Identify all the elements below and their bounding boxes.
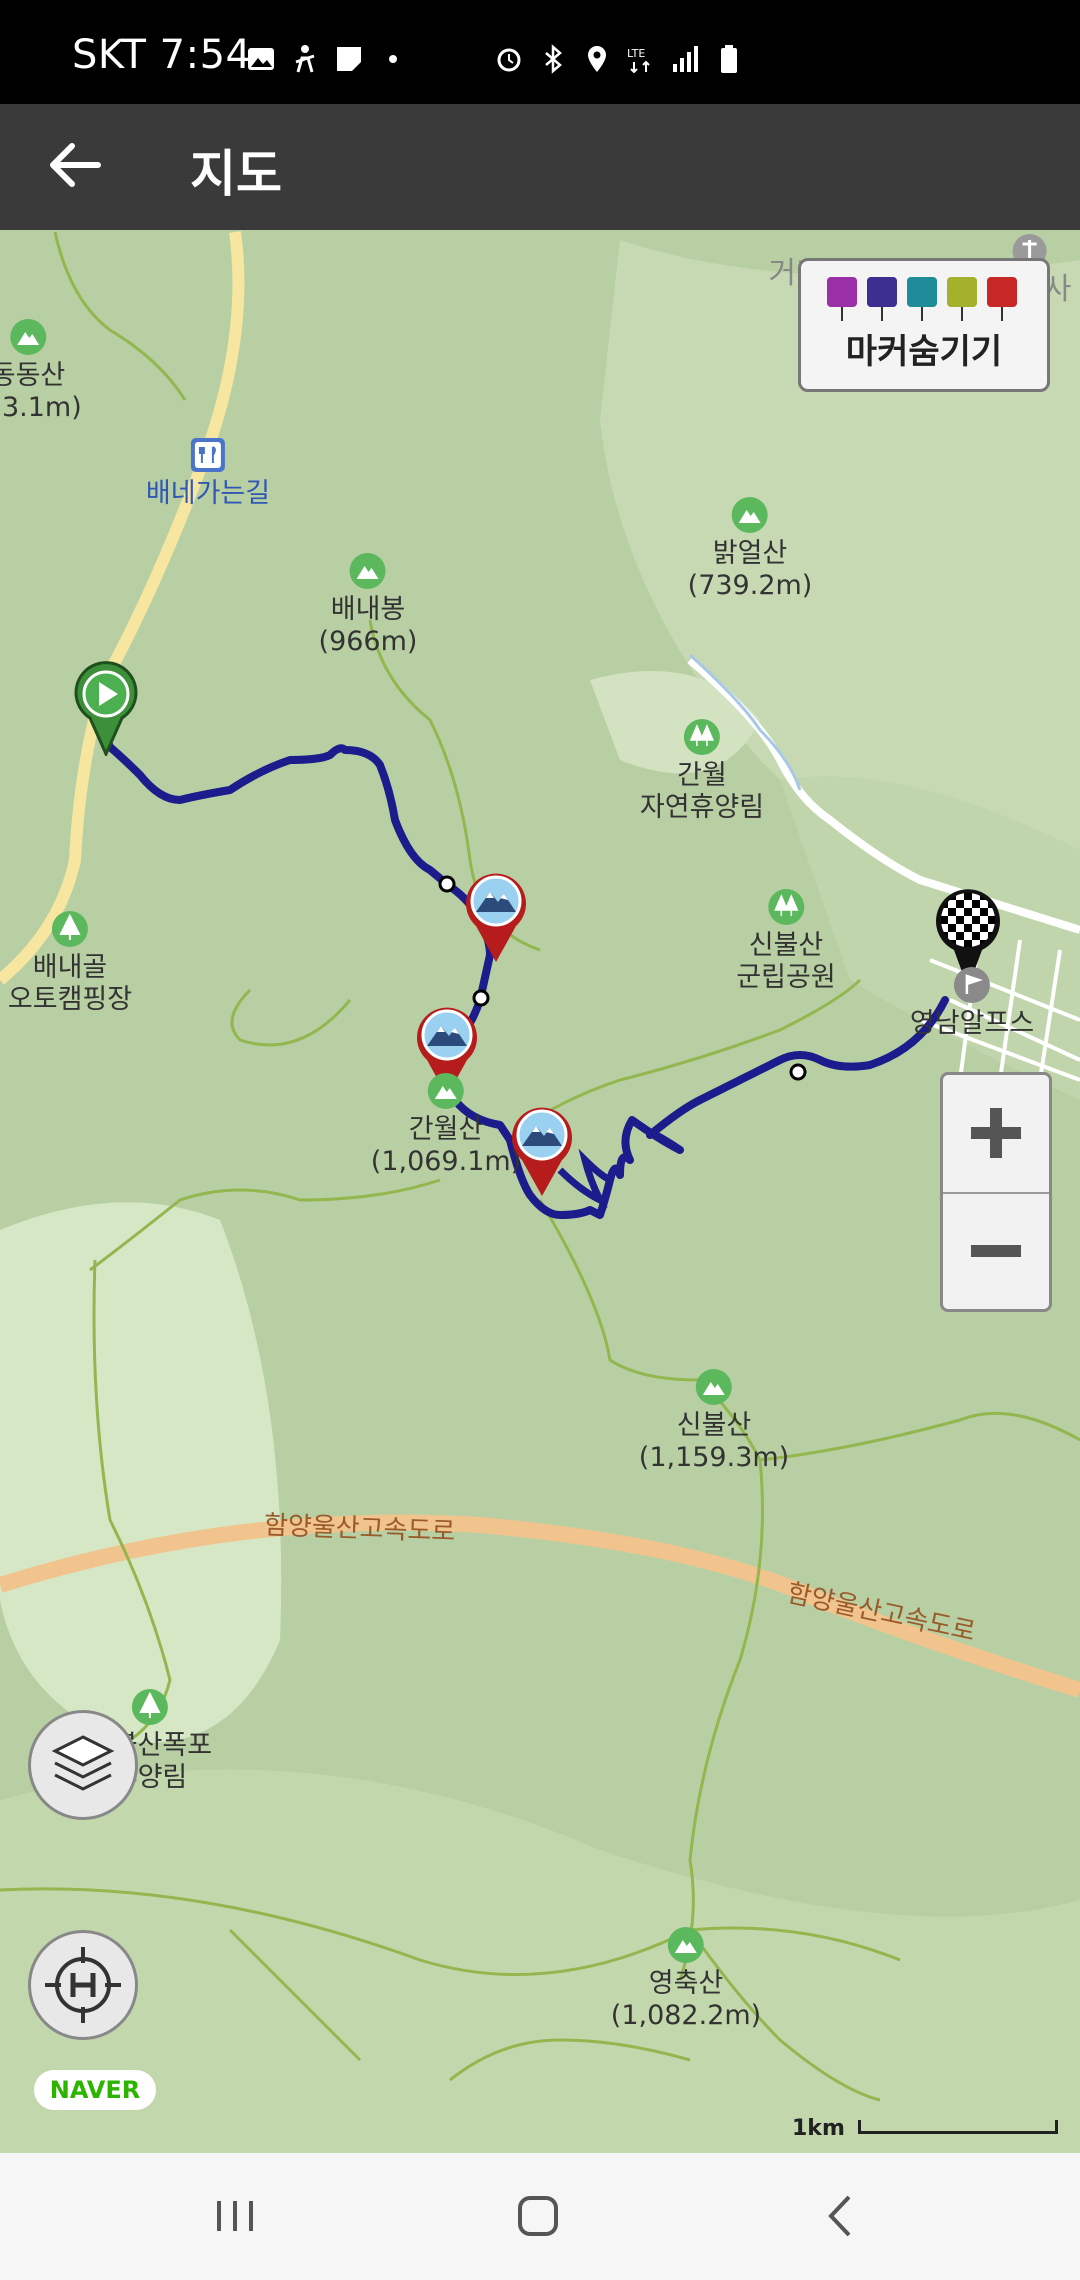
start-marker-icon[interactable]: [70, 656, 142, 756]
location-icon: [588, 46, 606, 72]
map-label: 영남알프스: [910, 966, 1034, 1040]
dot-icon: [389, 55, 397, 63]
map-label: 동동산(83.1m): [0, 318, 82, 424]
app-header: 지도: [0, 104, 1080, 230]
system-nav-bar: [0, 2153, 1080, 2280]
tree-icon: [768, 889, 804, 925]
home-position-button[interactable]: [28, 1930, 138, 2040]
zoom-out-button[interactable]: [943, 1193, 1049, 1310]
map-label: 밝얼산 (739.2m): [688, 496, 812, 602]
camera-icon: [827, 277, 857, 321]
back-button[interactable]: [40, 130, 110, 200]
recent-apps-button[interactable]: [200, 2181, 270, 2251]
pin-icon: [907, 277, 937, 321]
home-icon: [518, 2196, 558, 2236]
naver-logo: NAVER: [34, 2070, 156, 2110]
status-time: SKT 7:54: [72, 32, 252, 78]
tree-icon: [131, 1689, 168, 1725]
status-icons-left: [246, 44, 408, 74]
scale-bar: [858, 2120, 1058, 2134]
map-label: 간월산 (1,069.1m): [371, 1072, 521, 1178]
video-icon: [867, 277, 897, 321]
zoom-control: [940, 1072, 1052, 1312]
layers-button[interactable]: [28, 1710, 138, 1820]
photo-marker-icon[interactable]: [462, 868, 530, 964]
restaurant-icon: [190, 438, 225, 472]
image-icon: [248, 48, 274, 70]
map-label: 간월 자연휴양림: [640, 718, 764, 824]
crosshair-h-icon: [45, 1947, 121, 2023]
page-title: 지도: [190, 145, 282, 203]
mountain-icon: [731, 497, 768, 533]
signal-icon: [673, 46, 698, 72]
megaphone-icon: [987, 277, 1017, 321]
mountain-icon: [668, 1927, 704, 1963]
map-label: 배내골 오토캠핑장: [8, 910, 132, 1016]
tree-icon: [683, 719, 720, 755]
minus-icon: [971, 1245, 1021, 1257]
map-label: 영축산 (1,082.2m): [611, 1926, 761, 2032]
mountain-icon: [696, 1369, 732, 1405]
mountain-icon: [428, 1073, 464, 1109]
map-label: 신불산 군립공원: [736, 888, 836, 994]
mountain-icon: [10, 319, 46, 355]
scale-label: 1km: [792, 2116, 845, 2141]
mountain-icon: [350, 553, 386, 589]
map-label: 배네가는길: [146, 436, 270, 510]
layers-icon: [51, 1735, 115, 1791]
map-view[interactable]: 동동산(83.1m) 배네가는길 배내봉(966m) 밝얼산(739.2m) 간…: [0, 230, 1080, 2153]
status-icons-right: LTE: [494, 44, 744, 74]
bluetooth-icon: [545, 44, 562, 74]
zoom-in-button[interactable]: [943, 1075, 1049, 1194]
marker-hide-button[interactable]: 마커숨기기: [798, 258, 1050, 392]
marker-hide-label: 마커숨기기: [845, 332, 1003, 372]
home-button[interactable]: [503, 2181, 573, 2251]
battery-icon: [721, 45, 737, 73]
nav-back-button[interactable]: [805, 2181, 875, 2251]
memo-icon: [947, 277, 977, 321]
note-icon: [337, 47, 361, 71]
map-label: 신불산 (1,159.3m): [639, 1368, 789, 1474]
road-label: 함양울산고속도로: [263, 1510, 456, 1548]
arrow-left-icon: [50, 143, 101, 187]
alarm-icon: [497, 48, 521, 72]
status-bar: SKT 7:54 LTE: [0, 0, 1080, 104]
recent-apps-icon: [217, 2201, 253, 2231]
back-icon: [828, 2195, 851, 2237]
marker-flags: [827, 277, 1017, 321]
tree-icon: [51, 911, 88, 947]
landmark-icon: [953, 967, 990, 1003]
lte-icon: LTE: [627, 47, 650, 74]
svg-text:LTE: LTE: [627, 47, 645, 60]
accessibility-icon: [295, 45, 315, 73]
map-label: 배내봉 (966m): [319, 552, 417, 658]
